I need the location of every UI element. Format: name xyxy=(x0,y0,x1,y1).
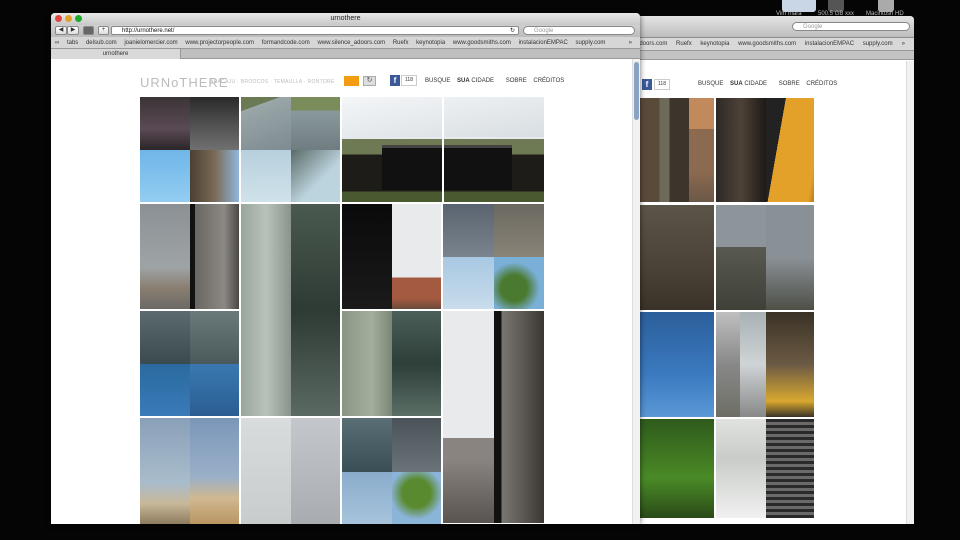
reading-list-icon[interactable]: ∞ xyxy=(55,40,59,46)
address-bar[interactable]: http://urnothere.net/ ↻ xyxy=(111,26,519,35)
nav-search-city[interactable]: BUSQUE SUA CIDADE xyxy=(425,78,499,84)
refresh-icon[interactable]: ↻ xyxy=(363,76,376,86)
bookmark-item[interactable]: keynotopia xyxy=(700,41,729,47)
search-placeholder: Google xyxy=(534,28,554,34)
photo-tile[interactable] xyxy=(140,97,239,202)
photo-grid xyxy=(140,97,544,524)
photo-tile[interactable] xyxy=(140,418,239,524)
background-browser-window: Google adoors.com Ruefx keynotopia www.g… xyxy=(636,16,914,524)
city-list[interactable]: ARACAJU · BROOCOS · TEMAULLA · RONTORE xyxy=(210,79,335,85)
overflow-chevron-icon[interactable]: » xyxy=(902,38,905,50)
photo-tile[interactable] xyxy=(766,205,814,310)
bookmark-item[interactable]: formandcode.com xyxy=(262,40,310,46)
reload-icon[interactable]: ↻ xyxy=(510,27,515,35)
photo-tile[interactable] xyxy=(241,97,340,202)
nav-credits[interactable]: CRÉDITOS xyxy=(533,78,564,84)
scrollbar[interactable] xyxy=(906,61,914,524)
home-icon[interactable] xyxy=(83,26,94,35)
nav-about[interactable]: SOBRE xyxy=(506,78,527,84)
photo-tile[interactable] xyxy=(342,311,441,416)
window-controls xyxy=(55,15,82,22)
bookmark-item[interactable]: tabs xyxy=(67,40,78,46)
bookmark-item[interactable]: instalacionEMPAC xyxy=(805,41,854,47)
scrollbar[interactable] xyxy=(632,59,640,524)
forward-button[interactable]: ▶ xyxy=(67,26,79,35)
photo-tile[interactable] xyxy=(241,204,340,416)
bookmark-item[interactable]: www.projectorpeople.com xyxy=(185,40,254,46)
scrollbar-thumb[interactable] xyxy=(634,62,639,120)
photo-tile[interactable] xyxy=(342,97,544,202)
search-input[interactable]: Google xyxy=(523,26,635,35)
photo-tile[interactable] xyxy=(443,311,544,523)
photo-tile[interactable] xyxy=(443,204,544,309)
photo-tile[interactable] xyxy=(716,98,766,202)
title-bar: urnothere xyxy=(51,13,640,25)
photo-tile[interactable] xyxy=(640,419,714,518)
bookmarks-bar: adoors.com Ruefx keynotopia www.goodsmit… xyxy=(636,38,914,51)
photo-tile[interactable] xyxy=(640,205,714,310)
site-nav: BUSQUE SUA CIDADE SOBRE CRÉDITOS xyxy=(698,81,842,87)
nav-about[interactable]: SOBRE xyxy=(779,81,800,87)
bookmark-item[interactable]: www.goodsmiths.com xyxy=(453,40,511,46)
photo-tile[interactable] xyxy=(640,312,714,417)
photo-tile[interactable] xyxy=(766,98,814,202)
url-text: http://urnothere.net/ xyxy=(122,28,175,34)
bookmark-item[interactable]: keynotopia xyxy=(416,40,445,46)
search-input[interactable]: Google xyxy=(792,22,910,31)
photo-tile[interactable] xyxy=(740,312,766,417)
tab-bar: urnothere xyxy=(51,49,640,59)
photo-tile[interactable] xyxy=(716,205,766,310)
photo-tile[interactable] xyxy=(766,312,814,417)
like-count: 118 xyxy=(401,75,417,86)
bookmark-item[interactable]: adoors.com xyxy=(636,41,667,47)
photo-tile[interactable] xyxy=(689,98,714,202)
photo-tile[interactable] xyxy=(342,418,441,524)
window-title: urnothere xyxy=(330,15,361,22)
zoom-button[interactable] xyxy=(75,15,82,22)
photo-tile[interactable] xyxy=(140,311,239,416)
bookmark-item[interactable]: Ruefx xyxy=(393,40,409,46)
bookmark-item[interactable]: delsub.com xyxy=(86,40,117,46)
tab-strip xyxy=(636,51,914,60)
back-button[interactable]: ◀ xyxy=(55,26,67,35)
bookmark-item[interactable]: supply.com xyxy=(576,40,606,46)
tab-urnothere[interactable]: urnothere xyxy=(51,49,181,59)
add-bookmark-button[interactable]: + xyxy=(98,26,109,35)
bookmark-item[interactable]: supply.com xyxy=(863,41,893,47)
photo-tile[interactable] xyxy=(716,312,740,417)
browser-window: urnothere ◀ ▶ + http://urnothere.net/ ↻ … xyxy=(51,13,640,524)
page-content: f 118 BUSQUE SUA CIDADE SOBRE CRÉDITOS xyxy=(636,61,914,524)
close-button[interactable] xyxy=(55,15,62,22)
color-toggle-button[interactable] xyxy=(344,76,359,86)
overflow-chevron-icon[interactable]: » xyxy=(626,37,632,48)
facebook-icon[interactable]: f xyxy=(642,79,652,90)
toolbar: Google xyxy=(636,16,914,38)
photo-tile[interactable] xyxy=(241,418,340,524)
page-content: URNoTHERE ARACAJU · BROOCOS · TEMAULLA ·… xyxy=(51,59,632,524)
bookmark-item[interactable]: joanielomercier.com xyxy=(124,40,177,46)
search-placeholder: Google xyxy=(803,24,823,30)
photo-grid xyxy=(640,98,815,518)
minimize-button[interactable] xyxy=(65,15,72,22)
photo-tile[interactable] xyxy=(140,204,239,309)
desktop: Vim Inara 500.5 GB xxx Macintosh HD Goog… xyxy=(0,0,960,540)
photo-tile[interactable] xyxy=(716,419,766,518)
bookmark-item[interactable]: Ruefx xyxy=(676,41,692,47)
bookmark-item[interactable]: instalacionEMPAC xyxy=(519,40,568,46)
like-count: 118 xyxy=(654,79,670,90)
site-nav: BUSQUE SUA CIDADE SOBRE CRÉDITOS xyxy=(425,78,569,84)
nav-search-city[interactable]: BUSQUE SUA CIDADE xyxy=(698,81,772,87)
photo-tile[interactable] xyxy=(342,204,441,309)
bookmarks-bar: ∞ tabs delsub.com joanielomercier.com ww… xyxy=(51,37,640,49)
bookmark-item[interactable]: www.silence_adoors.com xyxy=(317,40,385,46)
facebook-icon[interactable]: f xyxy=(390,75,400,86)
photo-tile[interactable] xyxy=(766,419,814,518)
toolbar: ◀ ▶ + http://urnothere.net/ ↻ Google xyxy=(51,25,640,37)
nav-credits[interactable]: CRÉDITOS xyxy=(806,81,837,87)
photo-tile[interactable] xyxy=(640,98,689,202)
bookmark-item[interactable]: www.goodsmiths.com xyxy=(738,41,796,47)
